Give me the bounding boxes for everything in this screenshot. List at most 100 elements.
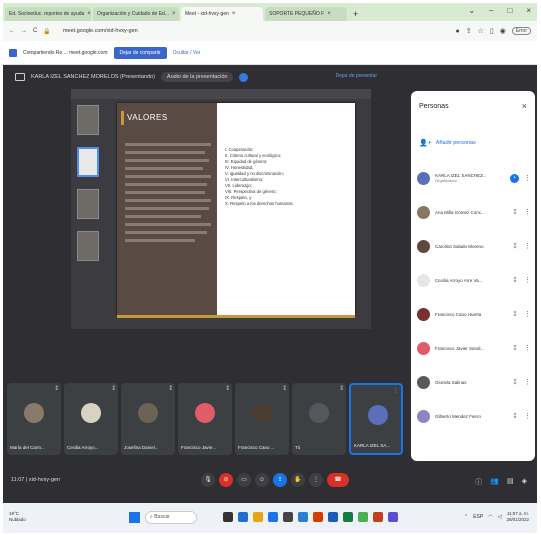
task-view-icon[interactable] bbox=[223, 512, 233, 522]
edge-icon[interactable] bbox=[268, 512, 278, 522]
lang-indicator[interactable]: ESP bbox=[473, 514, 483, 520]
chevron-down-icon[interactable]: ⌄ bbox=[468, 6, 475, 15]
camera-icon[interactable]: ● bbox=[456, 28, 460, 35]
participant-tile[interactable]: ⁑ Josefina Daniel... bbox=[121, 383, 175, 455]
participant-row[interactable]: Francisco Cano Huerta ⁑ ⋮ bbox=[411, 297, 535, 331]
end-call-button[interactable]: ☎ bbox=[327, 473, 349, 487]
participant-row[interactable]: Gilberto Mendez Fierro ⁑ ⋮ bbox=[411, 399, 535, 433]
slide-thumbnail-selected[interactable] bbox=[77, 147, 99, 177]
mic-button[interactable]: 🎙 bbox=[201, 473, 215, 487]
people-icon[interactable]: 👥 bbox=[490, 477, 499, 487]
volume-icon[interactable]: ◁ bbox=[498, 514, 502, 520]
participant-tile[interactable]: ⁑ Francisco Javie... bbox=[178, 383, 232, 455]
hide-link[interactable]: Ocultar / Ver bbox=[173, 50, 201, 56]
add-people-button[interactable]: 👤+ Añadir personas bbox=[419, 139, 476, 147]
more-options-icon[interactable]: ⋮ bbox=[393, 388, 398, 394]
app-icon[interactable] bbox=[298, 512, 308, 522]
add-person-icon: 👤+ bbox=[419, 140, 432, 147]
more-options-icon[interactable]: ⋮ bbox=[524, 276, 531, 284]
slide-thumbnail[interactable] bbox=[77, 231, 99, 261]
participant-tile-presenter[interactable]: ⋮ KARLA IZEL SA... bbox=[349, 383, 403, 455]
sidebar-icon[interactable]: ▯ bbox=[490, 27, 494, 35]
app-icon[interactable] bbox=[313, 512, 323, 522]
mic-off-icon[interactable]: ⁑ bbox=[511, 345, 519, 352]
raise-hand-button[interactable]: ✋ bbox=[291, 473, 305, 487]
more-options-icon[interactable]: ⋮ bbox=[524, 208, 531, 216]
browser-tab-2[interactable]: Organización y Cuidado de Ed... × bbox=[93, 7, 179, 21]
participant-row[interactable]: Cecilia Arroyo Arre Va... ⁑ ⋮ bbox=[411, 263, 535, 297]
mic-off-icon[interactable]: ⁑ bbox=[511, 243, 519, 250]
close-tab-icon[interactable]: × bbox=[232, 11, 236, 17]
more-options-icon[interactable]: ⋮ bbox=[524, 174, 531, 182]
mic-off-icon[interactable]: ⁑ bbox=[511, 277, 519, 284]
chat-icon[interactable]: ▤ bbox=[507, 477, 514, 487]
activities-icon[interactable]: ◈ bbox=[522, 477, 527, 487]
participant-tile[interactable]: ⁑ Francisco Cano ... bbox=[235, 383, 289, 455]
emoji-button[interactable]: ☺ bbox=[255, 473, 269, 487]
participant-row[interactable]: Carolina Salado Moreno ⁑ ⋮ bbox=[411, 229, 535, 263]
folder-icon[interactable] bbox=[253, 512, 263, 522]
participant-tile[interactable]: ⁑ Cecilia Arroyo... bbox=[64, 383, 118, 455]
mic-off-icon[interactable]: ⁑ bbox=[511, 311, 519, 318]
more-options-button[interactable]: ⋮ bbox=[309, 473, 323, 487]
slide-thumbnail[interactable] bbox=[77, 189, 99, 219]
participant-tile-self[interactable]: ⁑ Tú bbox=[292, 383, 346, 455]
taskbar-search[interactable]: ⌕ Buscar bbox=[145, 511, 197, 524]
chevron-up-icon[interactable]: ⌃ bbox=[464, 514, 468, 520]
share-icon[interactable]: ⇪ bbox=[466, 27, 472, 35]
browser-tab-4[interactable]: SOPORTE PEQUEÑO F × bbox=[265, 7, 347, 21]
clock[interactable]: 11:07 a. m. 28/01/2022 bbox=[506, 511, 529, 523]
mic-off-icon[interactable]: ⁑ bbox=[511, 413, 519, 420]
account-icon[interactable]: ◉ bbox=[500, 27, 506, 35]
avatar bbox=[81, 403, 101, 423]
participant-row[interactable]: Ana Milla Gómez Conc... ⁑ ⋮ bbox=[411, 195, 535, 229]
app-icon[interactable] bbox=[283, 512, 293, 522]
more-options-icon[interactable]: ⋮ bbox=[524, 344, 531, 352]
slide-thumbnail[interactable] bbox=[77, 105, 99, 135]
browser-tab-1[interactable]: Ed. Socioeduc. reportes de ayuda × bbox=[5, 7, 91, 21]
captions-button[interactable]: ▭ bbox=[237, 473, 251, 487]
reload-icon[interactable]: C bbox=[33, 28, 37, 34]
participant-tile[interactable]: ⁑ María del Carm... bbox=[7, 383, 61, 455]
info-icon[interactable]: ⓘ bbox=[475, 477, 482, 487]
close-tab-icon[interactable]: × bbox=[87, 11, 91, 17]
wifi-icon[interactable]: ◠ bbox=[488, 514, 492, 520]
more-options-icon[interactable]: ⋮ bbox=[524, 378, 531, 386]
url-field[interactable]: meet.google.com/xid-hvxy-gen bbox=[63, 28, 138, 34]
participant-row[interactable]: KARLA IZEL SANCHEZ... Organizador • ⋮ bbox=[411, 161, 535, 195]
stop-presenting-button[interactable]: Dejar de presentar bbox=[336, 73, 377, 79]
maximize-icon[interactable]: □ bbox=[507, 6, 512, 15]
participant-row[interactable]: Francisco Javier Sandi... ⁑ ⋮ bbox=[411, 331, 535, 365]
star-icon[interactable]: ☆ bbox=[478, 27, 484, 35]
windows-start-icon[interactable] bbox=[129, 512, 140, 523]
chrome-icon[interactable] bbox=[358, 512, 368, 522]
mic-off-icon[interactable]: ⁑ bbox=[511, 379, 519, 386]
close-window-icon[interactable]: × bbox=[526, 6, 531, 15]
app-icon[interactable] bbox=[388, 512, 398, 522]
stop-sharing-button[interactable]: Dejar de compartir bbox=[113, 46, 167, 59]
forward-icon[interactable]: → bbox=[21, 28, 27, 34]
powerpoint-icon[interactable] bbox=[373, 512, 383, 522]
browser-tab-3[interactable]: Meet - xid-hvxy-gen × bbox=[181, 7, 263, 21]
weather-widget[interactable]: 19°C Nublado bbox=[9, 511, 26, 523]
new-tab-button[interactable]: + bbox=[353, 7, 358, 21]
app-icon[interactable] bbox=[238, 512, 248, 522]
participant-name: Gilberto Mendez Fierro bbox=[435, 413, 482, 419]
excel-icon[interactable] bbox=[343, 512, 353, 522]
more-options-icon[interactable]: ⋮ bbox=[524, 412, 531, 420]
word-icon[interactable] bbox=[328, 512, 338, 522]
participant-row[interactable]: Gloriela Salinas ⁑ ⋮ bbox=[411, 365, 535, 399]
close-tab-icon[interactable]: × bbox=[327, 11, 331, 17]
profile-error-button[interactable]: Error bbox=[511, 27, 531, 35]
close-tab-icon[interactable]: × bbox=[172, 11, 176, 17]
more-options-icon[interactable]: ⋮ bbox=[524, 242, 531, 250]
minimize-icon[interactable]: – bbox=[489, 6, 493, 15]
mic-off-icon[interactable]: ⁑ bbox=[511, 209, 519, 216]
audio-icon[interactable] bbox=[239, 72, 249, 82]
back-icon[interactable]: ← bbox=[9, 28, 15, 34]
present-button[interactable]: ⇪ bbox=[273, 473, 287, 487]
camera-off-button[interactable]: ⊘ bbox=[219, 473, 233, 487]
presentation-audio-pill[interactable]: Audio de la presentación bbox=[160, 72, 234, 82]
close-icon[interactable]: × bbox=[522, 101, 527, 111]
more-options-icon[interactable]: ⋮ bbox=[524, 310, 531, 318]
